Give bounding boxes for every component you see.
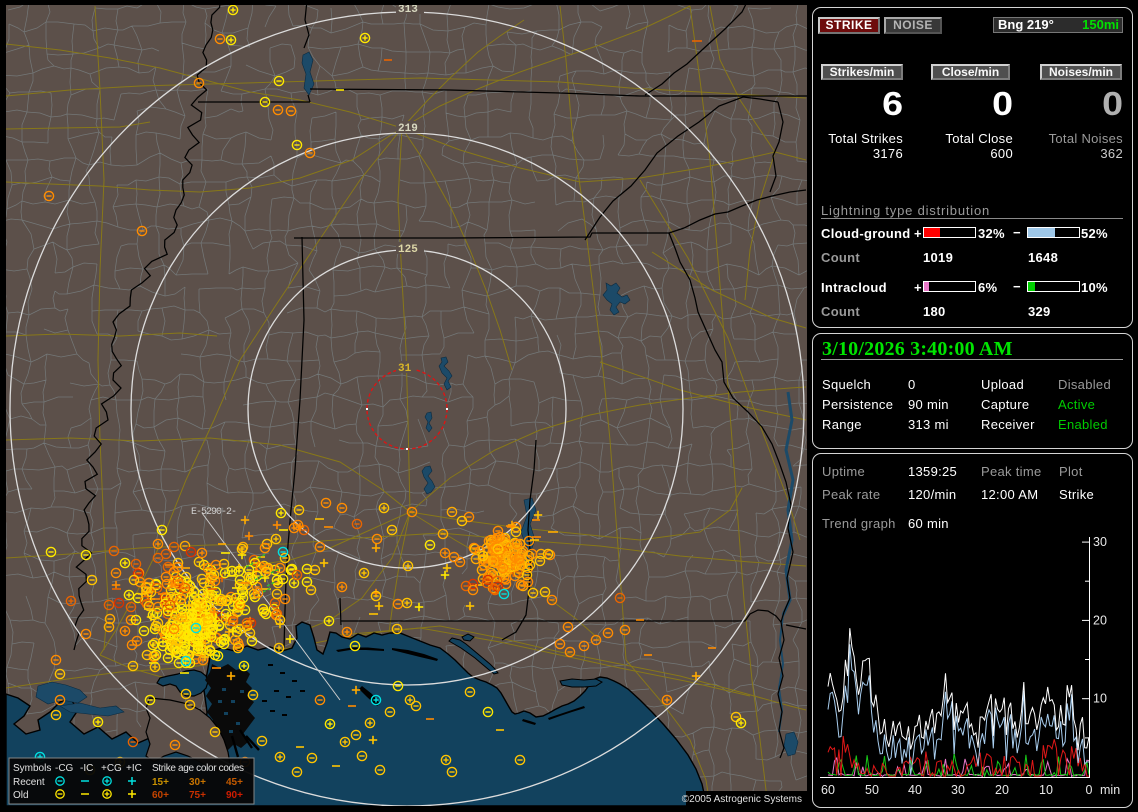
svg-text:313: 313 <box>398 4 418 16</box>
svg-text:125: 125 <box>398 244 418 256</box>
svg-text:+CG: +CG <box>101 763 122 774</box>
svg-text:30: 30 <box>1093 535 1107 549</box>
svg-text:Strike age color codes: Strike age color codes <box>152 763 244 774</box>
svg-text:15+: 15+ <box>152 777 169 788</box>
svg-text:60+: 60+ <box>152 790 169 801</box>
svg-text:90+: 90+ <box>226 790 243 801</box>
svg-text:30+: 30+ <box>189 777 206 788</box>
svg-text:Recent: Recent <box>13 777 45 788</box>
svg-text:E-5290-2-: E-5290-2- <box>191 507 236 518</box>
svg-text:20: 20 <box>995 783 1009 797</box>
svg-text:10: 10 <box>1039 783 1053 797</box>
svg-text:Symbols: Symbols <box>13 763 51 774</box>
svg-text:©2005 Astrogenic Systems: ©2005 Astrogenic Systems <box>682 794 802 805</box>
svg-text:40: 40 <box>908 783 922 797</box>
svg-text:60: 60 <box>821 783 835 797</box>
svg-text:Old: Old <box>13 790 29 801</box>
svg-text:-IC: -IC <box>80 763 93 774</box>
svg-text:20: 20 <box>1093 613 1107 627</box>
svg-text:30: 30 <box>951 783 965 797</box>
svg-text:75+: 75+ <box>189 790 206 801</box>
svg-text:0: 0 <box>1086 783 1093 797</box>
svg-text:10: 10 <box>1093 692 1107 706</box>
svg-text:min: min <box>1100 783 1120 797</box>
svg-text:50: 50 <box>865 783 879 797</box>
svg-text:+IC: +IC <box>126 763 142 774</box>
svg-text:45+: 45+ <box>226 777 243 788</box>
svg-text:-CG: -CG <box>55 763 74 774</box>
svg-text:219: 219 <box>398 123 418 135</box>
svg-text:31: 31 <box>398 363 412 375</box>
